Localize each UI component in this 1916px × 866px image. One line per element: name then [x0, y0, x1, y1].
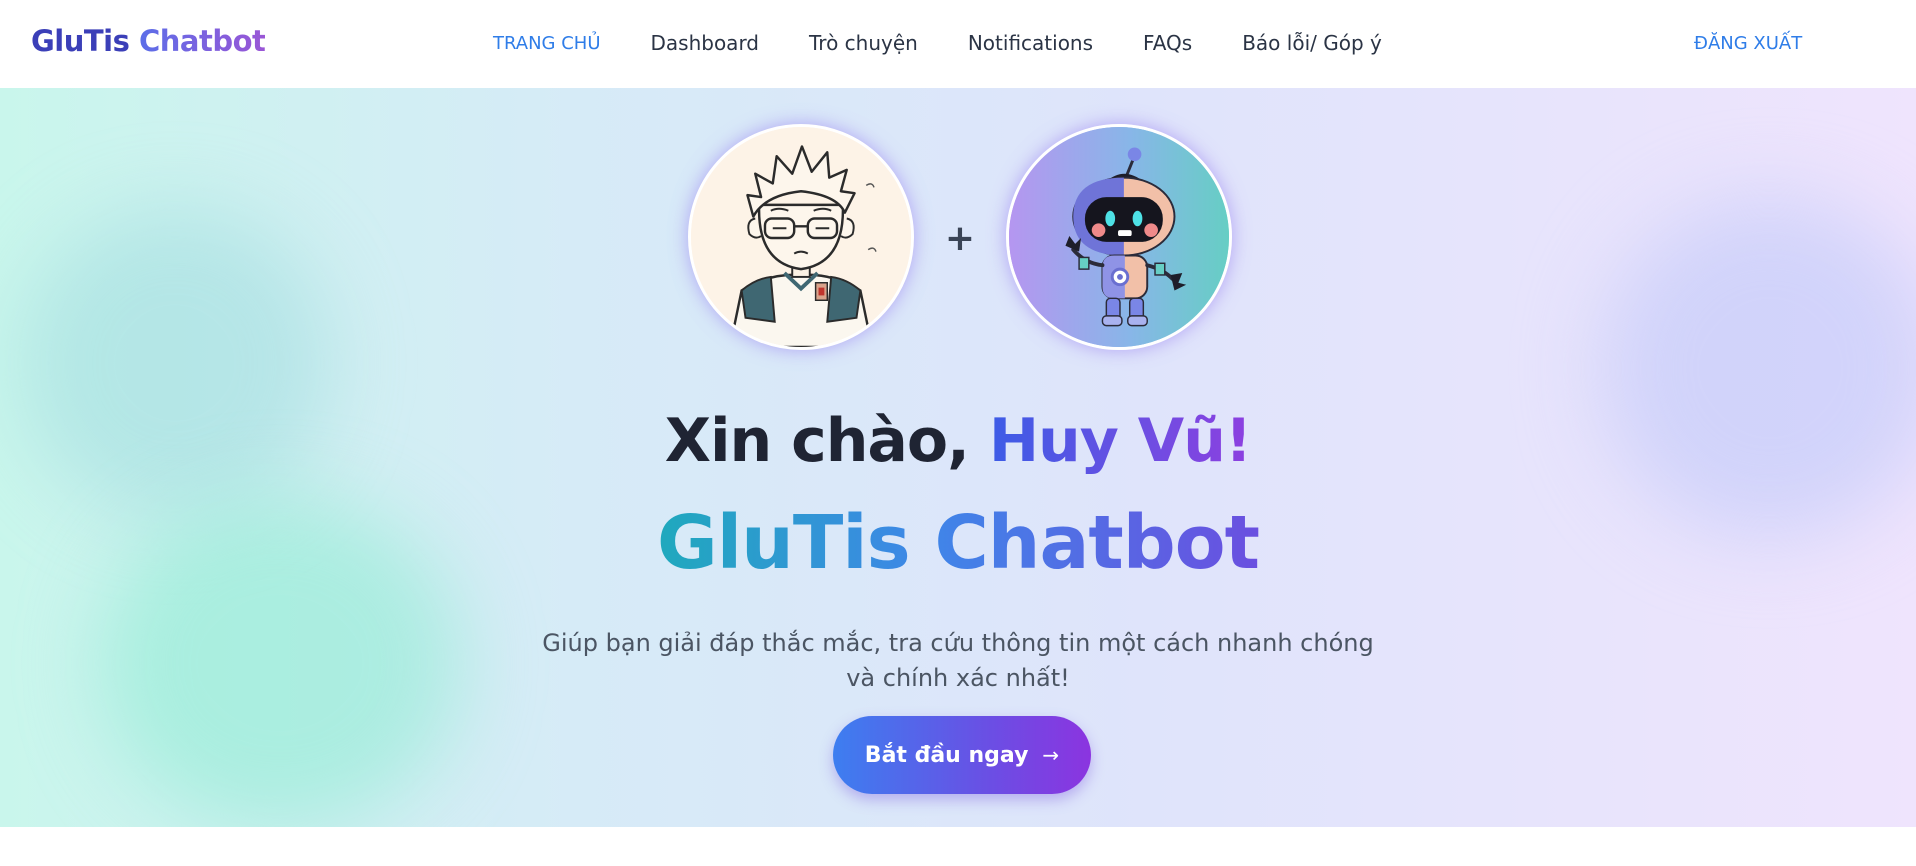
nav-item-chat[interactable]: Trò chuyện — [809, 31, 918, 55]
page-bottom-area — [0, 827, 1916, 866]
greeting-heading: Xin chào, Huy Vũ! — [0, 406, 1916, 476]
hero-title-text: GluTis Chatbot — [657, 500, 1260, 586]
bot-avatar — [1006, 124, 1232, 350]
main-nav: TRANG CHỦ Dashboard Trò chuyện Notificat… — [493, 31, 1432, 55]
user-name: Huy Vũ! — [988, 406, 1252, 476]
cartoon-boy-avatar-icon — [691, 127, 911, 347]
nav-item-notifications[interactable]: Notifications — [968, 31, 1093, 55]
hero-title: GluTis Chatbot — [0, 500, 1916, 586]
get-started-label: Bắt đầu ngay — [864, 742, 1029, 768]
brand-name-part2: Chatbot — [138, 24, 266, 58]
plus-sign: + — [944, 218, 976, 259]
top-navbar: GluTis Chatbot TRANG CHỦ Dashboard Trò c… — [0, 0, 1916, 88]
arrow-right-icon: → — [1042, 743, 1060, 767]
nav-item-home[interactable]: TRANG CHỦ — [493, 33, 601, 55]
brand-logo[interactable]: GluTis Chatbot — [31, 24, 266, 58]
nav-item-faqs[interactable]: FAQs — [1143, 31, 1192, 55]
brand-name-part1: GluTis — [31, 24, 130, 58]
nav-item-dashboard[interactable]: Dashboard — [651, 31, 760, 55]
logout-link[interactable]: ĐĂNG XUẤT — [1694, 33, 1802, 54]
hero-section: + Xin chào, Huy Vũ! GluTis Chatbot Giúp … — [0, 88, 1916, 827]
get-started-button[interactable]: Bắt đầu ngay → — [833, 716, 1091, 794]
user-avatar — [688, 124, 914, 350]
decor-blob-right — [1600, 198, 1916, 538]
robot-astronaut-icon — [1009, 127, 1229, 347]
nav-item-feedback[interactable]: Báo lỗi/ Góp ý — [1242, 31, 1382, 55]
greeting-prefix: Xin chào, — [664, 406, 970, 476]
hero-subtitle: Giúp bạn giải đáp thắc mắc, tra cứu thôn… — [542, 629, 1374, 692]
